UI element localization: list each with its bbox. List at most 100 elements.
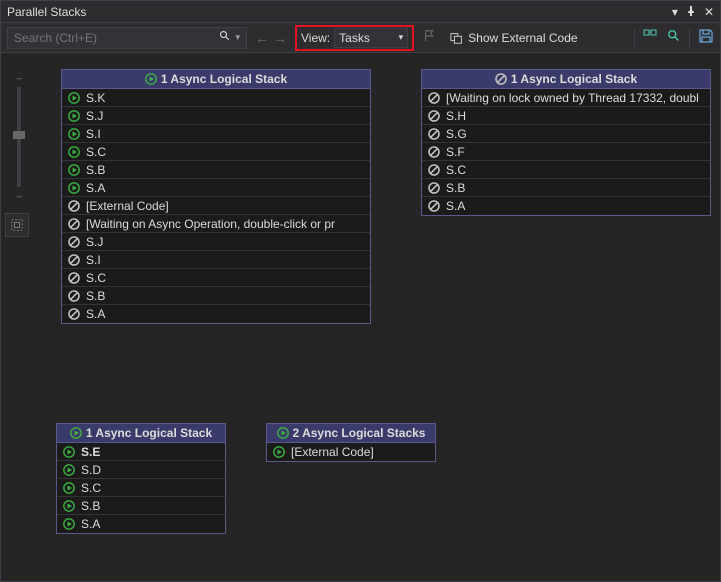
frame-label: S.A: [446, 199, 465, 213]
play-icon: [63, 464, 75, 476]
stack-header[interactable]: 1 Async Logical Stack: [422, 70, 710, 89]
view-selector-highlighted: View: Tasks ▾: [295, 25, 414, 51]
stack-frame[interactable]: S.F: [422, 143, 710, 161]
canvas[interactable]: – – 1 Async Logical Stack S.K S.J S.I S.…: [1, 53, 720, 581]
slider-thumb[interactable]: [13, 131, 25, 139]
slider-track[interactable]: [17, 87, 21, 187]
stack-panel[interactable]: 1 Async Logical Stack S.K S.J S.I S.C S.…: [61, 69, 371, 324]
stack-header[interactable]: 1 Async Logical Stack: [62, 70, 370, 89]
separator: [634, 29, 635, 47]
show-external-code-label: Show External Code: [468, 31, 577, 45]
search-icon[interactable]: [219, 30, 231, 45]
play-icon: [145, 73, 157, 85]
stack-frame[interactable]: S.K: [62, 89, 370, 107]
stack-frame[interactable]: S.B: [57, 497, 225, 515]
blocked-icon: [428, 200, 440, 212]
blocked-icon: [68, 254, 80, 266]
play-icon: [63, 500, 75, 512]
frame-label: S.C: [81, 481, 101, 495]
stack-header[interactable]: 1 Async Logical Stack: [57, 424, 225, 443]
zoom-icon[interactable]: [667, 29, 681, 46]
forward-icon[interactable]: →: [273, 30, 287, 46]
back-icon[interactable]: ←: [255, 30, 269, 46]
play-icon: [68, 128, 80, 140]
search-input[interactable]: [14, 31, 219, 45]
stack-frame[interactable]: S.A: [422, 197, 710, 215]
stack-frame[interactable]: S.A: [62, 179, 370, 197]
layout-icon[interactable]: [643, 28, 659, 47]
titlebar: Parallel Stacks ▾ ✕: [1, 1, 720, 23]
view-label: View:: [301, 31, 330, 45]
stack-panel[interactable]: 1 Async Logical Stack [Waiting on lock o…: [421, 69, 711, 216]
frame-label: S.H: [446, 109, 466, 123]
stack-panel[interactable]: 2 Async Logical Stacks [External Code]: [266, 423, 436, 462]
stack-panel[interactable]: 1 Async Logical Stack S.E S.D S.C S.B S.…: [56, 423, 226, 534]
frame-label: S.E: [81, 445, 100, 459]
pin-icon[interactable]: [686, 5, 696, 19]
blocked-icon: [68, 308, 80, 320]
frame-label: S.I: [86, 127, 101, 141]
frame-label: S.C: [86, 145, 106, 159]
stack-frame[interactable]: S.C: [422, 161, 710, 179]
stack-frame[interactable]: S.C: [62, 269, 370, 287]
stack-header[interactable]: 2 Async Logical Stacks: [267, 424, 435, 443]
stack-frame[interactable]: S.A: [62, 305, 370, 323]
slider-bottom-tick: –: [16, 191, 21, 201]
toolbar: ▾ ← → View: Tasks ▾ Show External Code: [1, 23, 720, 53]
flag-icon[interactable]: [420, 29, 440, 46]
stack-frame[interactable]: S.B: [422, 179, 710, 197]
frame-label: S.J: [86, 109, 103, 123]
save-icon[interactable]: [698, 28, 714, 47]
frame-label: S.B: [446, 181, 465, 195]
stack-frame[interactable]: S.D: [57, 461, 225, 479]
stack-frame[interactable]: S.I: [62, 251, 370, 269]
blocked-icon: [428, 182, 440, 194]
play-icon: [68, 146, 80, 158]
stack-frame[interactable]: [Waiting on lock owned by Thread 17332, …: [422, 89, 710, 107]
stack-frame[interactable]: S.C: [62, 143, 370, 161]
search-box[interactable]: ▾: [7, 27, 247, 49]
stack-frame[interactable]: S.B: [62, 161, 370, 179]
stack-frame[interactable]: S.J: [62, 107, 370, 125]
view-dropdown[interactable]: Tasks ▾: [334, 28, 408, 48]
stack-frame[interactable]: S.A: [57, 515, 225, 533]
view-value: Tasks: [339, 31, 370, 45]
blocked-icon: [428, 110, 440, 122]
stack-frame[interactable]: S.G: [422, 125, 710, 143]
stack-frame[interactable]: S.E: [57, 443, 225, 461]
blocked-icon: [428, 128, 440, 140]
frame-label: S.D: [81, 463, 101, 477]
stack-frame[interactable]: S.H: [422, 107, 710, 125]
zoom-slider[interactable]: – –: [7, 73, 31, 201]
blocked-icon: [428, 164, 440, 176]
blocked-icon: [68, 218, 80, 230]
stack-title: 2 Async Logical Stacks: [293, 426, 426, 440]
stack-frame[interactable]: [Waiting on Async Operation, double-clic…: [62, 215, 370, 233]
blocked-icon: [428, 146, 440, 158]
window-menu-icon[interactable]: ▾: [672, 5, 678, 19]
frame-label: [Waiting on Async Operation, double-clic…: [86, 217, 335, 231]
frame-label: S.K: [86, 91, 105, 105]
frame-label: S.B: [81, 499, 100, 513]
stack-frame[interactable]: S.B: [62, 287, 370, 305]
frame-label: S.J: [86, 235, 103, 249]
blocked-icon: [428, 92, 440, 104]
play-icon: [68, 110, 80, 122]
fit-to-screen-button[interactable]: [5, 213, 29, 237]
frame-label: S.F: [446, 145, 465, 159]
frame-label: [Waiting on lock owned by Thread 17332, …: [446, 91, 699, 105]
stack-frame[interactable]: S.C: [57, 479, 225, 497]
frame-label: S.B: [86, 163, 105, 177]
stack-frame[interactable]: [External Code]: [62, 197, 370, 215]
stack-frame[interactable]: [External Code]: [267, 443, 435, 461]
chevron-down-icon: ▾: [399, 32, 404, 43]
stack-frame[interactable]: S.I: [62, 125, 370, 143]
search-dropdown-icon[interactable]: ▾: [235, 32, 240, 43]
blocked-icon: [68, 236, 80, 248]
show-external-code-button[interactable]: Show External Code: [446, 31, 581, 45]
frame-label: [External Code]: [291, 445, 374, 459]
stack-title: 1 Async Logical Stack: [86, 426, 212, 440]
play-icon: [68, 182, 80, 194]
close-icon[interactable]: ✕: [704, 5, 714, 19]
stack-frame[interactable]: S.J: [62, 233, 370, 251]
